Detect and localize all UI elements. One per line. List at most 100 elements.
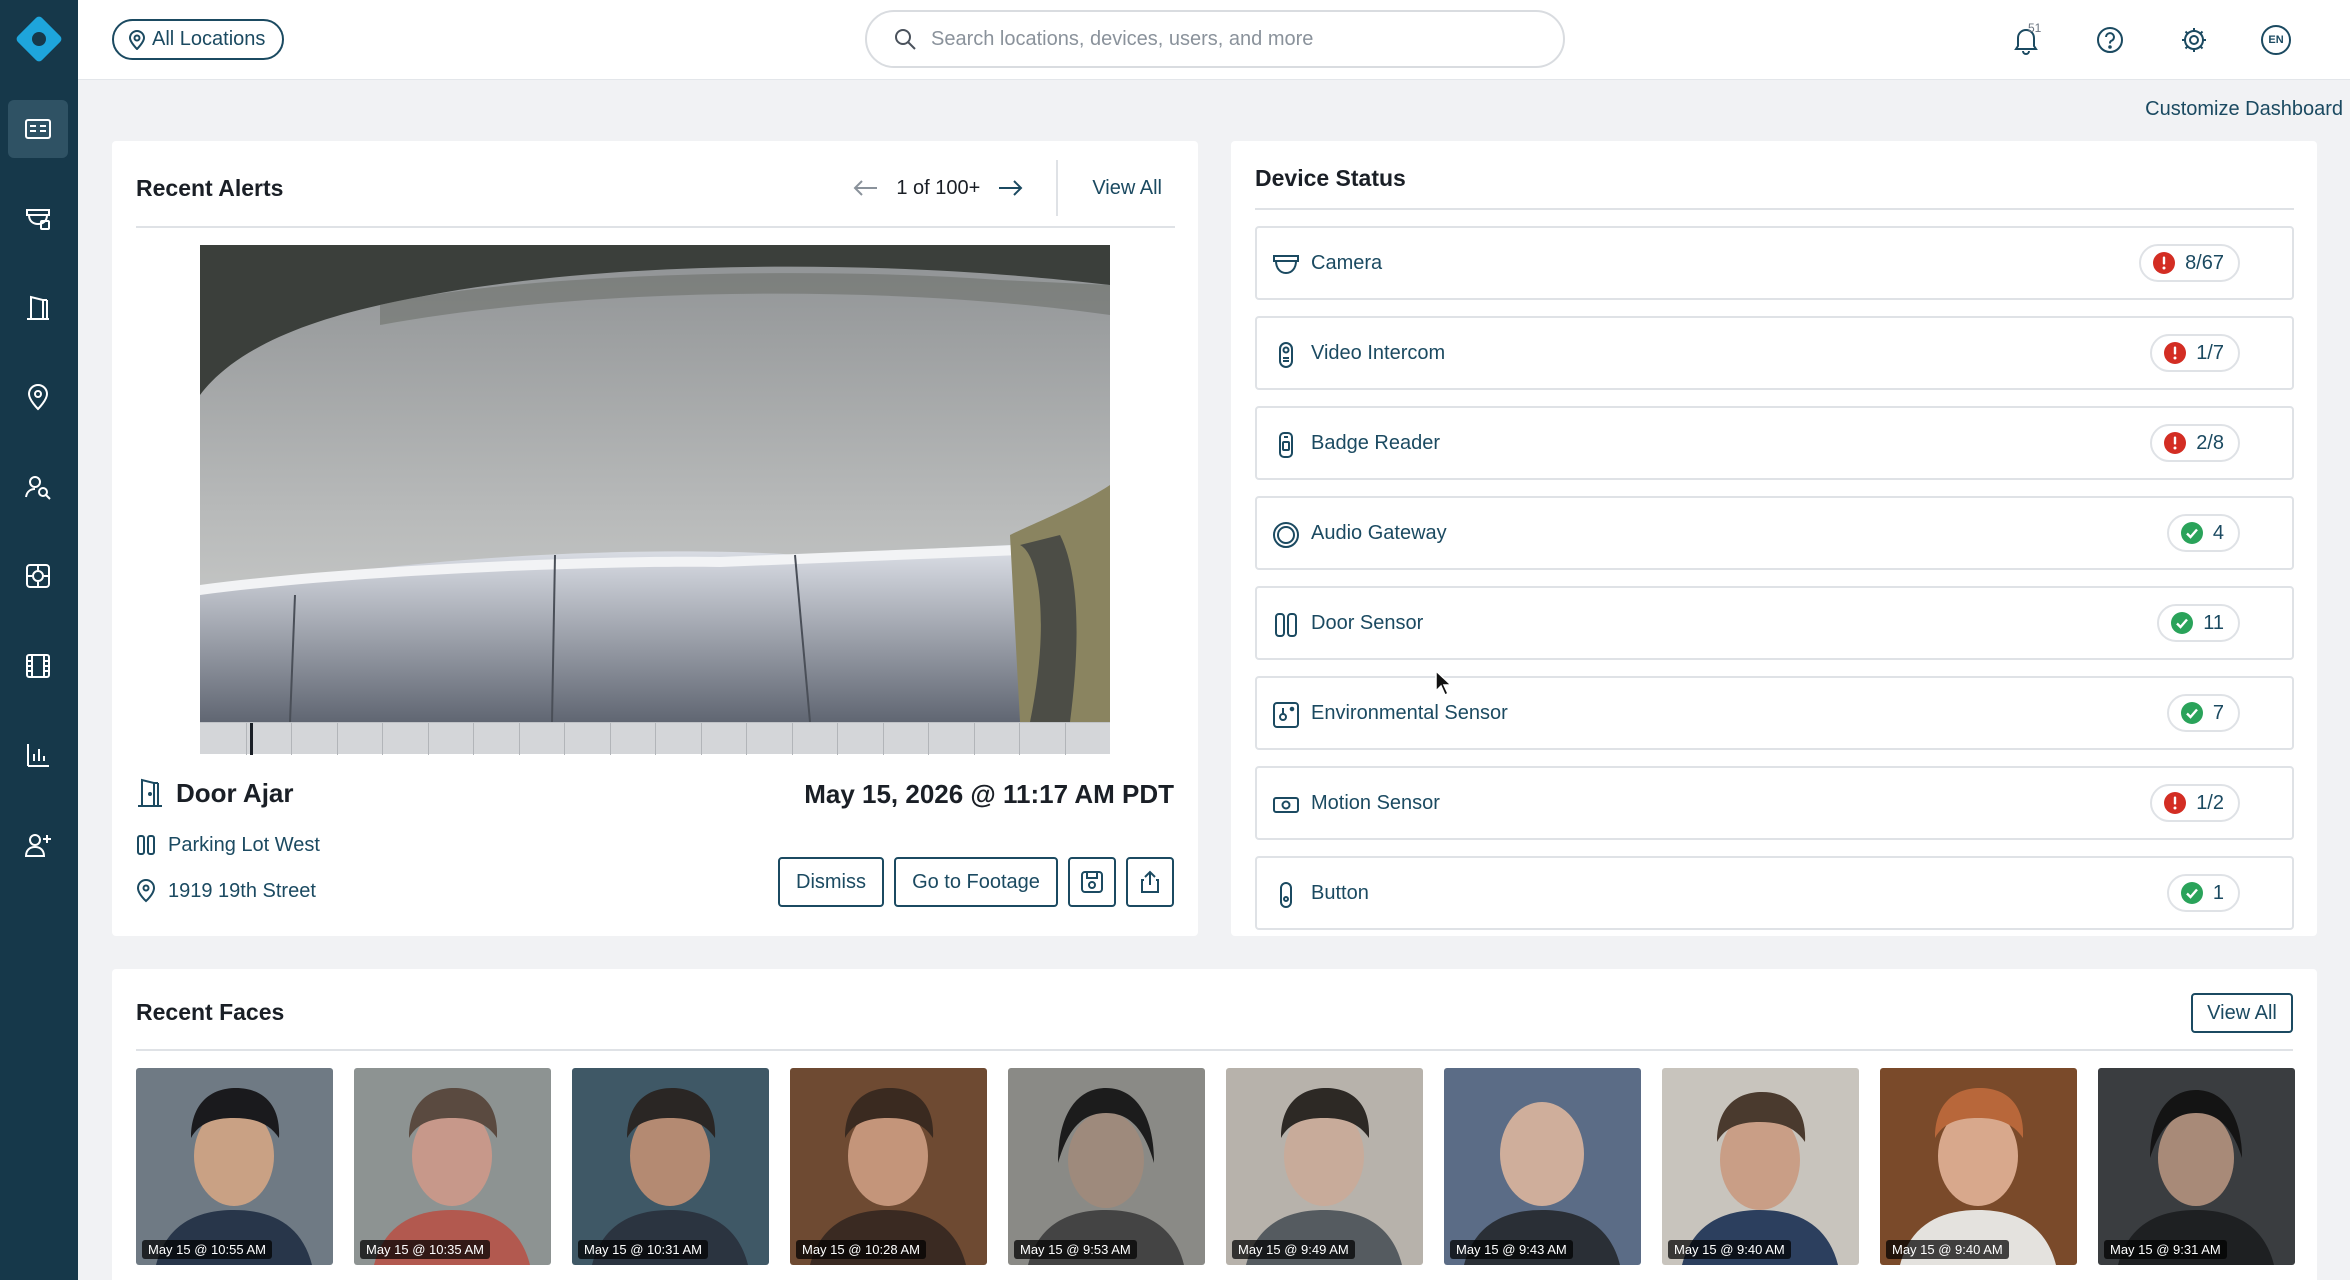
- device-row-environmental-sensor[interactable]: Environmental Sensor 7: [1255, 676, 2294, 750]
- face-image: [1008, 1068, 1205, 1265]
- language-button[interactable]: EN: [2256, 20, 2296, 60]
- timeline-playhead[interactable]: [250, 723, 253, 755]
- panic-button-icon: [1280, 882, 1292, 908]
- search-input[interactable]: [931, 27, 1531, 51]
- device-count: 11: [2203, 611, 2224, 634]
- alert-address-link[interactable]: 1919 19th Street: [136, 879, 316, 903]
- customize-dashboard-link[interactable]: Customize Dashboard: [2145, 98, 2343, 121]
- device-row-button[interactable]: Button 1: [1255, 856, 2294, 930]
- timeline-tick: [473, 723, 474, 755]
- face-thumbnail[interactable]: May 15 @ 10:35 AM: [354, 1068, 551, 1265]
- arrow-right-icon: [999, 180, 1023, 196]
- device-status-pill[interactable]: 7: [2166, 694, 2240, 732]
- device-status-pill[interactable]: 11: [2157, 604, 2240, 642]
- device-count: 8/67: [2185, 251, 2224, 274]
- nav-devices[interactable]: [8, 189, 68, 247]
- film-icon: [26, 654, 50, 678]
- face-image: [790, 1068, 987, 1265]
- device-status-pill[interactable]: 8/67: [2139, 244, 2240, 282]
- device-status-card: Device Status Camera 8/67 Video Intercom…: [1231, 141, 2317, 936]
- face-timestamp: May 15 @ 10:55 AM: [142, 1240, 272, 1259]
- face-thumbnail[interactable]: May 15 @ 9:40 AM: [1880, 1068, 2077, 1265]
- device-status-title: Device Status: [1255, 165, 1406, 191]
- search-bar[interactable]: [865, 10, 1565, 68]
- device-status-pill[interactable]: 1/7: [2150, 334, 2240, 372]
- nav-people[interactable]: [8, 458, 68, 516]
- notifications-button[interactable]: 51: [2006, 20, 2046, 60]
- face-thumbnail[interactable]: May 15 @ 9:31 AM: [2098, 1068, 2295, 1265]
- face-timestamp: May 15 @ 10:31 AM: [578, 1240, 708, 1259]
- next-alert-button[interactable]: [990, 171, 1030, 205]
- device-label: Motion Sensor: [1311, 792, 1440, 814]
- location-selector-label: All Locations: [152, 28, 266, 50]
- badge-reader-icon: [1279, 432, 1293, 458]
- device-row-audio-gateway[interactable]: Audio Gateway 4: [1255, 496, 2294, 570]
- face-thumbnail[interactable]: May 15 @ 10:55 AM: [136, 1068, 333, 1265]
- sidebar: [0, 0, 78, 1280]
- arrow-left-icon: [853, 180, 878, 196]
- nav-users[interactable]: [8, 816, 68, 874]
- location-selector[interactable]: All Locations: [112, 19, 285, 60]
- nav-access[interactable]: [8, 279, 68, 337]
- target-icon: [26, 564, 50, 588]
- face-thumbnail[interactable]: May 15 @ 9:40 AM: [1662, 1068, 1859, 1265]
- dismiss-button[interactable]: Dismiss: [778, 857, 884, 907]
- save-clip-button[interactable]: [1068, 857, 1116, 907]
- check-circle-icon: [2180, 702, 2203, 724]
- alerts-divider: [136, 226, 1175, 228]
- logo-icon[interactable]: [14, 14, 64, 64]
- device-status-pill[interactable]: 2/8: [2150, 424, 2240, 462]
- device-status-pill[interactable]: 1/2: [2150, 784, 2240, 822]
- bar-chart-icon: [27, 744, 49, 767]
- settings-button[interactable]: [2174, 20, 2214, 60]
- face-thumbnail[interactable]: May 15 @ 10:31 AM: [572, 1068, 769, 1265]
- search-icon: [895, 29, 916, 50]
- device-row-badge-reader[interactable]: Badge Reader 2/8: [1255, 406, 2294, 480]
- face-thumbnail[interactable]: May 15 @ 9:49 AM: [1226, 1068, 1423, 1265]
- face-image: [1444, 1068, 1641, 1265]
- device-status-pill[interactable]: 1: [2166, 874, 2240, 912]
- language-label: EN: [2268, 34, 2284, 46]
- help-button[interactable]: [2090, 20, 2130, 60]
- recent-alerts-card: Recent Alerts 1 of 100+ View All Door Aj…: [112, 141, 1198, 936]
- device-row-door-sensor[interactable]: Door Sensor 11: [1255, 586, 2294, 660]
- nav-dashboard[interactable]: [8, 100, 68, 158]
- dashboard-icon: [25, 119, 51, 139]
- timeline-tick: [928, 723, 929, 755]
- face-thumbnail[interactable]: May 15 @ 9:43 AM: [1444, 1068, 1641, 1265]
- recent-faces-card: Recent Faces View All May 15 @ 10:55 AM …: [112, 969, 2317, 1280]
- timeline-tick: [564, 723, 565, 755]
- alert-timeline[interactable]: [200, 722, 1110, 755]
- timeline-tick: [519, 723, 520, 755]
- go-to-footage-button[interactable]: Go to Footage: [894, 857, 1058, 907]
- face-image: [354, 1068, 551, 1265]
- face-timestamp: May 15 @ 10:28 AM: [796, 1240, 926, 1259]
- alerts-view-all-link[interactable]: View All: [1092, 177, 1162, 200]
- door-sensor-icon: [1275, 613, 1297, 637]
- gear-icon: [2182, 28, 2206, 52]
- error-icon: [2164, 432, 2187, 454]
- faces-view-all-button[interactable]: View All: [2191, 993, 2293, 1033]
- error-icon: [2164, 792, 2187, 814]
- device-status-pill[interactable]: 4: [2166, 514, 2240, 552]
- alert-snapshot-image[interactable]: [200, 245, 1110, 722]
- prev-alert-button[interactable]: [846, 171, 886, 205]
- recent-faces-title: Recent Faces: [136, 999, 285, 1025]
- face-thumbnail[interactable]: May 15 @ 10:28 AM: [790, 1068, 987, 1265]
- alert-type-label: Door Ajar: [176, 777, 294, 808]
- nav-footage[interactable]: [8, 637, 68, 695]
- device-row-motion-sensor[interactable]: Motion Sensor 1/2: [1255, 766, 2294, 840]
- timeline-tick: [610, 723, 611, 755]
- nav-ai[interactable]: [8, 547, 68, 605]
- face-thumbnail[interactable]: May 15 @ 9:53 AM: [1008, 1068, 1205, 1265]
- nav-locations[interactable]: [8, 368, 68, 426]
- alert-device-label: Parking Lot West: [168, 833, 320, 856]
- alert-device-link[interactable]: Parking Lot West: [136, 833, 320, 857]
- device-row-camera[interactable]: Camera 8/67: [1255, 226, 2294, 300]
- face-image: [572, 1068, 769, 1265]
- device-row-video-intercom[interactable]: Video Intercom 1/7: [1255, 316, 2294, 390]
- device-label: Video Intercom: [1311, 342, 1446, 364]
- share-button[interactable]: [1126, 857, 1174, 907]
- video-intercom-icon: [1279, 342, 1293, 368]
- nav-analytics[interactable]: [8, 726, 68, 784]
